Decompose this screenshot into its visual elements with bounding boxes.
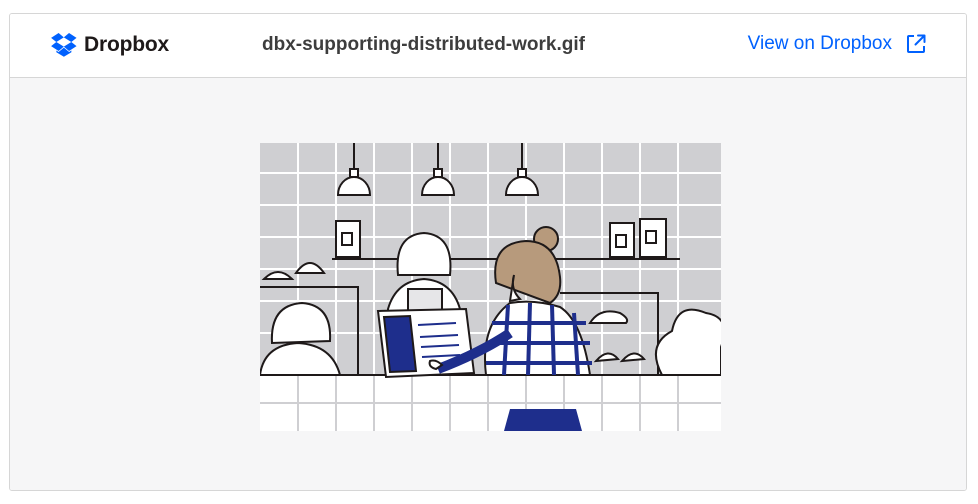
dropbox-logo-icon bbox=[51, 33, 77, 57]
embed-card: Dropbox dbx-supporting-distributed-work.… bbox=[9, 13, 967, 491]
view-on-dropbox-label: View on Dropbox bbox=[747, 33, 892, 54]
file-name: dbx-supporting-distributed-work.gif bbox=[262, 34, 585, 55]
external-link-icon bbox=[907, 34, 926, 53]
preview-area bbox=[10, 78, 966, 490]
embed-header: Dropbox dbx-supporting-distributed-work.… bbox=[10, 14, 966, 78]
cafe-illustration[interactable] bbox=[260, 143, 721, 431]
dropbox-logo[interactable]: Dropbox bbox=[50, 32, 169, 58]
view-on-dropbox-link[interactable]: View on Dropbox bbox=[748, 32, 928, 56]
logo-wordmark: Dropbox bbox=[84, 33, 169, 56]
